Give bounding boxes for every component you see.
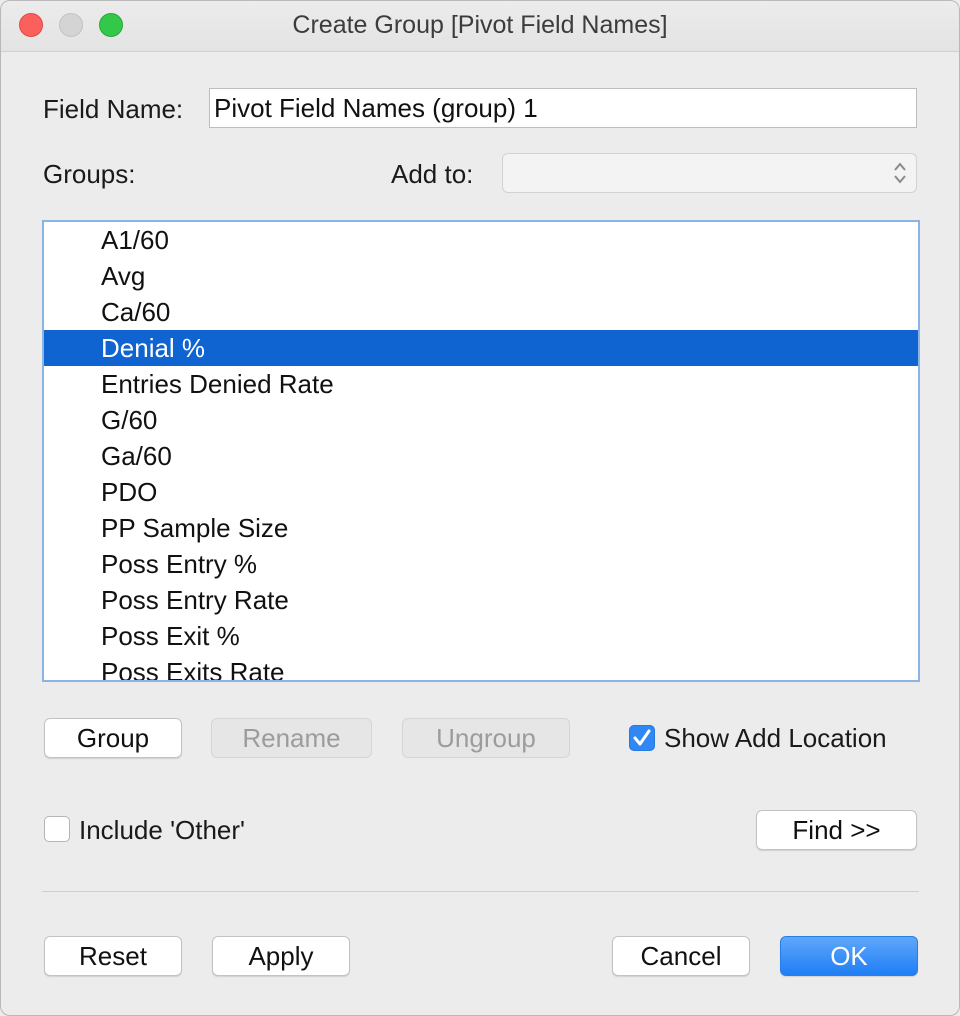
include-other-checkbox[interactable] (44, 816, 70, 842)
list-item[interactable]: PP Sample Size (44, 510, 918, 546)
show-add-location-checkbox[interactable] (629, 725, 655, 751)
list-item[interactable]: A1/60 (44, 222, 918, 258)
field-name-label: Field Name: (43, 94, 184, 124)
list-item[interactable]: Ga/60 (44, 438, 918, 474)
groups-label: Groups: (43, 159, 136, 189)
list-item[interactable]: Avg (44, 258, 918, 294)
ok-button[interactable]: OK (780, 936, 918, 976)
list-item[interactable]: G/60 (44, 402, 918, 438)
list-item[interactable]: Poss Entry Rate (44, 582, 918, 618)
title-bar[interactable]: Create Group [Pivot Field Names] (1, 1, 959, 52)
list-item[interactable]: Poss Entry % (44, 546, 918, 582)
create-group-dialog: Create Group [Pivot Field Names] Field N… (0, 0, 960, 1016)
list-item[interactable]: Poss Exits Rate (44, 654, 918, 680)
include-other-label[interactable]: Include 'Other' (79, 815, 245, 846)
list-item[interactable]: Denial % (44, 330, 918, 366)
cancel-button[interactable]: Cancel (612, 936, 750, 976)
field-name-input[interactable] (209, 88, 917, 128)
rename-button[interactable]: Rename (211, 718, 372, 758)
reset-button[interactable]: Reset (44, 936, 182, 976)
ungroup-button[interactable]: Ungroup (402, 718, 570, 758)
window-title: Create Group [Pivot Field Names] (292, 11, 668, 39)
show-add-location-label[interactable]: Show Add Location (664, 723, 887, 754)
groups-listbox[interactable]: A1/60 Avg Ca/60 Denial % Entries Denied Rate… (42, 220, 920, 682)
apply-button[interactable]: Apply (212, 936, 350, 976)
select-arrows-icon (894, 162, 906, 184)
group-button[interactable]: Group (44, 718, 182, 758)
add-to-select[interactable] (502, 153, 917, 193)
list-item[interactable]: Ca/60 (44, 294, 918, 330)
divider (42, 891, 919, 892)
list-item[interactable]: Entries Denied Rate (44, 366, 918, 402)
list-item[interactable]: Poss Exit % (44, 618, 918, 654)
find-button[interactable]: Find >> (756, 810, 917, 850)
list-item[interactable]: PDO (44, 474, 918, 510)
add-to-label: Add to: (391, 159, 474, 189)
checkmark-icon (633, 729, 651, 746)
